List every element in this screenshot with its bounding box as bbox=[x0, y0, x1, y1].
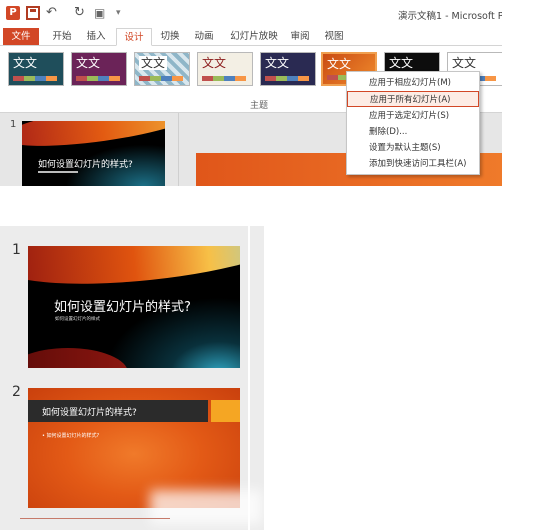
group-label-themes: 主题 bbox=[250, 101, 269, 111]
save-icon[interactable] bbox=[26, 6, 40, 20]
slide-number: 1 bbox=[12, 242, 21, 258]
slide-thumbnail[interactable]: 如何设置幻灯片的样式? bbox=[22, 121, 165, 186]
ribbon-screenshot: P ↶ ↻ ▣ ▾ 演示文稿1 - Microsoft Pow 文件 开始 插入… bbox=[0, 0, 502, 186]
redo-icon[interactable]: ↻ bbox=[74, 6, 88, 20]
tab-file[interactable]: 文件 bbox=[3, 28, 39, 45]
slide-thumbnail-1[interactable]: 如何设置幻灯片的样式? 如何设置幻灯片的样式 bbox=[28, 246, 240, 368]
undo-icon[interactable]: ↶ bbox=[46, 6, 60, 20]
theme-thumbnail[interactable]: 文文 bbox=[197, 52, 253, 86]
tab-animations[interactable]: 动画 bbox=[188, 28, 220, 45]
accent-block bbox=[211, 400, 240, 422]
pane-divider[interactable] bbox=[248, 226, 250, 530]
menu-apply-all-slides[interactable]: 应用于所有幻灯片(A) bbox=[347, 91, 479, 107]
theme-sample-text: 文文 bbox=[139, 56, 168, 70]
tab-design[interactable]: 设计 bbox=[116, 28, 152, 46]
ribbon-tabs: 文件 开始 插入 设计 切换 动画 幻灯片放映 审阅 视图 bbox=[0, 28, 502, 46]
theme-color-bar bbox=[202, 76, 246, 81]
theme-thumbnail[interactable]: 文文 bbox=[8, 52, 64, 86]
tab-view[interactable]: 视图 bbox=[318, 28, 350, 45]
tab-insert[interactable]: 插入 bbox=[80, 28, 112, 45]
theme-sample-text: 文文 bbox=[76, 56, 101, 70]
theme-context-menu: 应用于相应幻灯片(M) 应用于所有幻灯片(A) 应用于选定幻灯片(S) 删除(D… bbox=[346, 71, 480, 175]
pane-divider[interactable] bbox=[178, 113, 179, 186]
theme-sample-text: 文文 bbox=[452, 56, 477, 70]
theme-sample-text: 文文 bbox=[13, 56, 38, 70]
theme-sample-text: 文文 bbox=[327, 57, 352, 71]
menu-set-default-theme[interactable]: 设置为默认主题(S) bbox=[347, 140, 479, 156]
theme-sample-text: 文文 bbox=[202, 56, 227, 70]
powerpoint-icon: P bbox=[6, 6, 20, 20]
thumbnail-swoosh-graphic bbox=[28, 246, 240, 296]
menu-apply-matching-slides[interactable]: 应用于相应幻灯片(M) bbox=[347, 75, 479, 91]
slideshow-icon[interactable]: ▣ bbox=[94, 6, 108, 20]
tab-home[interactable]: 开始 bbox=[46, 28, 78, 45]
theme-thumbnail[interactable]: 文文 bbox=[134, 52, 190, 86]
menu-add-to-qat[interactable]: 添加到快速访问工具栏(A) bbox=[347, 156, 479, 172]
slide-subtitle: 如何设置幻灯片的样式 bbox=[55, 317, 100, 322]
quick-access-toolbar: P ↶ ↻ ▣ ▾ 演示文稿1 - Microsoft Pow bbox=[0, 0, 502, 28]
tab-review[interactable]: 审阅 bbox=[284, 28, 316, 45]
theme-color-bar bbox=[265, 76, 309, 81]
thumbnail-swoosh-graphic bbox=[22, 121, 165, 155]
theme-color-bar bbox=[139, 76, 183, 81]
thumbnail-swoosh-graphic bbox=[28, 348, 128, 368]
theme-thumbnail[interactable]: 文文 bbox=[71, 52, 127, 86]
window-title: 演示文稿1 - Microsoft Pow bbox=[398, 11, 502, 22]
slide-title: 如何设置幻灯片的样式? bbox=[54, 300, 191, 315]
theme-sample-text: 文文 bbox=[265, 56, 290, 70]
slide-pane-screenshot: 1 如何设置幻灯片的样式? 如何设置幻灯片的样式 2 如何设置幻灯片的样式? •… bbox=[0, 226, 264, 530]
thumbnail-title: 如何设置幻灯片的样式? bbox=[38, 160, 133, 170]
footer-line bbox=[20, 518, 170, 519]
slide-number: 2 bbox=[12, 384, 21, 400]
tab-slideshow[interactable]: 幻灯片放映 bbox=[226, 28, 282, 45]
menu-apply-selected-slides[interactable]: 应用于选定幻灯片(S) bbox=[347, 108, 479, 124]
slide-number: 1 bbox=[10, 119, 17, 130]
customize-qat-icon[interactable]: ▾ bbox=[116, 8, 121, 18]
tab-transitions[interactable]: 切换 bbox=[154, 28, 186, 45]
theme-thumbnail[interactable]: 文文 bbox=[260, 52, 316, 86]
menu-delete[interactable]: 删除(D)... bbox=[347, 124, 479, 140]
theme-color-bar bbox=[13, 76, 57, 81]
thumbnail-subtitle-line bbox=[38, 171, 78, 173]
slide-bullet: • 如何设置幻灯片的样式? bbox=[42, 433, 100, 439]
theme-color-bar bbox=[76, 76, 120, 81]
slide-title: 如何设置幻灯片的样式? bbox=[42, 408, 137, 418]
theme-sample-text: 文文 bbox=[389, 56, 414, 70]
